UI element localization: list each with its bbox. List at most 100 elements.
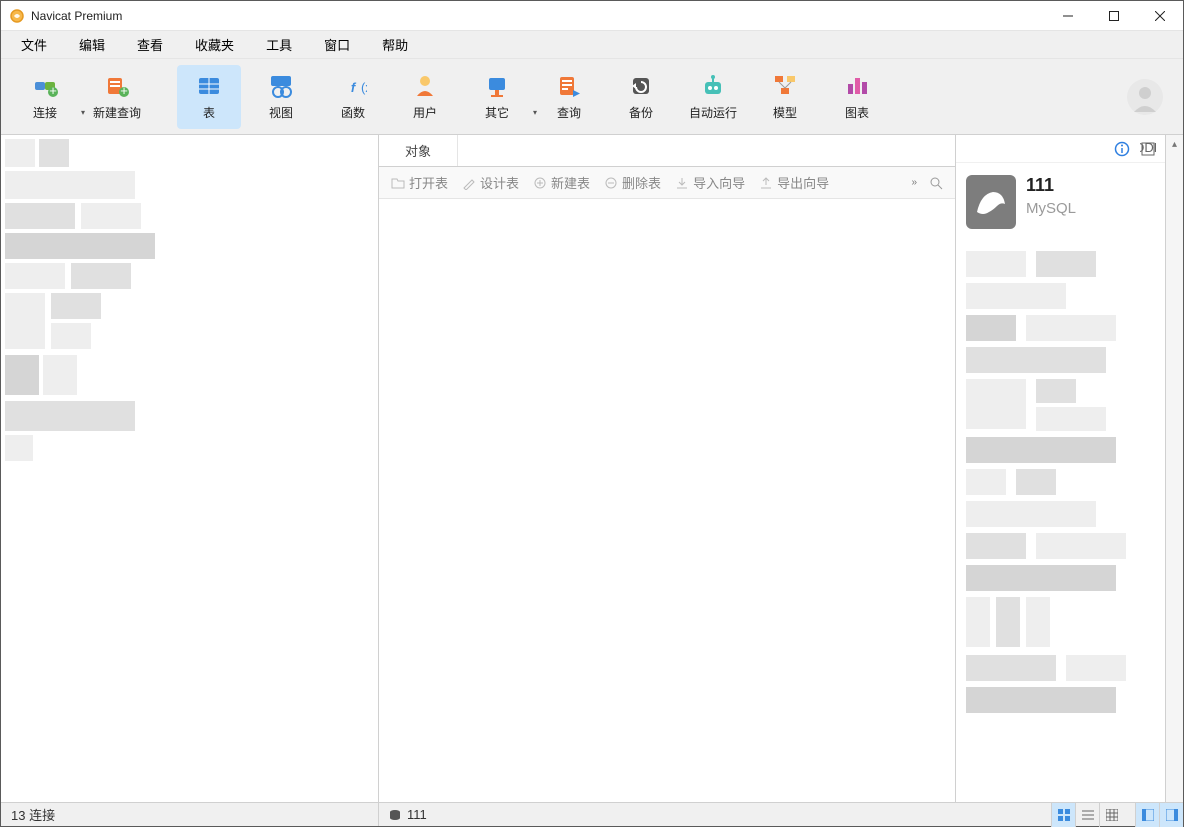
svg-text:(x): (x) — [361, 80, 367, 95]
model-button[interactable]: 模型 — [753, 65, 817, 129]
svg-text:DDL: DDL — [1140, 141, 1156, 155]
table-label: 表 — [203, 104, 215, 121]
query-button[interactable]: 查询 — [537, 65, 601, 129]
query-label: 查询 — [557, 104, 581, 121]
right-scrollbar[interactable]: ▴ — [1165, 135, 1183, 802]
new-query-label: 新建查询 — [93, 104, 141, 121]
other-label: 其它 — [485, 104, 509, 121]
function-button[interactable]: f (x) 函数 — [321, 65, 385, 129]
auto-run-button[interactable]: 自动运行 — [681, 65, 745, 129]
search-icon[interactable] — [929, 176, 943, 190]
tab-objects[interactable]: 对象 — [379, 135, 458, 166]
status-path: 111 — [379, 803, 437, 826]
status-connections: 13 连接 — [1, 803, 379, 826]
delete-table-button[interactable]: 删除表 — [598, 171, 667, 194]
auto-run-icon — [699, 72, 727, 100]
scroll-up-icon[interactable]: ▴ — [1172, 139, 1177, 802]
menu-window[interactable]: 窗口 — [308, 31, 366, 58]
menu-view[interactable]: 查看 — [121, 31, 179, 58]
export-icon — [759, 176, 773, 190]
title-bar: Navicat Premium — [1, 1, 1183, 31]
user-label: 用户 — [413, 104, 437, 121]
status-bar: 13 连接 111 — [1, 802, 1183, 826]
object-list-area[interactable] — [379, 199, 955, 802]
view-grid-button[interactable] — [1051, 803, 1075, 827]
auto-run-label: 自动运行 — [689, 104, 737, 121]
menu-file[interactable]: 文件 — [5, 31, 63, 58]
new-query-button[interactable]: + 新建查询 — [85, 65, 149, 129]
function-icon: f (x) — [339, 72, 367, 100]
database-icon — [389, 809, 401, 821]
info-panel-tabs: DDL — [956, 135, 1165, 163]
object-filter-input[interactable] — [458, 135, 955, 166]
ddl-tab[interactable]: DDL — [1139, 140, 1157, 158]
app-icon — [9, 8, 25, 24]
table-button[interactable]: 表 — [177, 65, 241, 129]
connect-icon: + — [31, 72, 59, 100]
backup-label: 备份 — [629, 104, 653, 121]
window-title: Navicat Premium — [31, 9, 1045, 23]
backup-icon — [627, 72, 655, 100]
import-icon — [675, 176, 689, 190]
model-icon — [771, 72, 799, 100]
import-wizard-button[interactable]: 导入向导 — [669, 171, 751, 194]
info-tab[interactable] — [1113, 140, 1131, 158]
toggle-right-panel-button[interactable] — [1159, 803, 1183, 827]
other-button[interactable]: 其它 ▾ — [465, 65, 529, 129]
model-label: 模型 — [773, 104, 797, 121]
menu-bar: 文件 编辑 查看 收藏夹 工具 窗口 帮助 — [1, 31, 1183, 59]
open-table-button[interactable]: 打开表 — [385, 171, 454, 194]
connection-tree[interactable] — [1, 135, 379, 802]
menu-favorites[interactable]: 收藏夹 — [179, 31, 250, 58]
new-query-icon: + — [103, 72, 131, 100]
chart-label: 图表 — [845, 104, 869, 121]
center-panel: 对象 打开表 设计表 新建表 删除表 导入向导 导出向导 » — [379, 135, 955, 802]
new-table-button[interactable]: 新建表 — [527, 171, 596, 194]
connection-name: 111 — [1026, 175, 1076, 196]
connection-type: MySQL — [1026, 200, 1076, 217]
toggle-left-panel-button[interactable] — [1135, 803, 1159, 827]
pencil-icon — [462, 176, 476, 190]
query-icon — [555, 72, 583, 100]
connection-details — [956, 241, 1165, 802]
connect-label: 连接 — [33, 104, 57, 121]
main-toolbar: + 连接 ▾ + 新建查询 表 视图 f (x) 函数 用户 其它 ▾ 查询 备份… — [1, 59, 1183, 135]
mysql-icon — [966, 175, 1016, 229]
connect-button[interactable]: + 连接 ▾ — [13, 65, 77, 129]
user-icon — [411, 72, 439, 100]
close-button[interactable] — [1137, 1, 1183, 31]
user-button[interactable]: 用户 — [393, 65, 457, 129]
main-area: 对象 打开表 设计表 新建表 删除表 导入向导 导出向导 » DDL 111 — [1, 135, 1183, 802]
view-icon — [267, 72, 295, 100]
folder-open-icon — [391, 176, 405, 190]
object-tab-bar: 对象 — [379, 135, 955, 167]
svg-text:+: + — [49, 83, 57, 98]
maximize-button[interactable] — [1091, 1, 1137, 31]
table-action-bar: 打开表 设计表 新建表 删除表 导入向导 导出向导 » — [379, 167, 955, 199]
menu-help[interactable]: 帮助 — [366, 31, 424, 58]
table-icon — [195, 72, 223, 100]
function-label: 函数 — [341, 104, 365, 121]
svg-text:+: + — [120, 83, 128, 98]
svg-text:f: f — [351, 80, 357, 95]
plus-circle-icon — [533, 176, 547, 190]
export-wizard-button[interactable]: 导出向导 — [753, 171, 835, 194]
design-table-button[interactable]: 设计表 — [456, 171, 525, 194]
connection-header: 111 MySQL — [956, 163, 1165, 241]
menu-edit[interactable]: 编辑 — [63, 31, 121, 58]
backup-button[interactable]: 备份 — [609, 65, 673, 129]
info-panel: DDL 111 MySQL — [955, 135, 1165, 802]
chart-button[interactable]: 图表 — [825, 65, 889, 129]
status-path-item: 111 — [407, 807, 427, 822]
view-list-button[interactable] — [1075, 803, 1099, 827]
view-label: 视图 — [269, 104, 293, 121]
minimize-button[interactable] — [1045, 1, 1091, 31]
view-button[interactable]: 视图 — [249, 65, 313, 129]
user-avatar[interactable] — [1127, 79, 1163, 115]
overflow-button[interactable]: » — [911, 177, 917, 188]
other-icon — [483, 72, 511, 100]
minus-circle-icon — [604, 176, 618, 190]
view-detail-button[interactable] — [1099, 803, 1123, 827]
chart-icon — [843, 72, 871, 100]
menu-tools[interactable]: 工具 — [250, 31, 308, 58]
